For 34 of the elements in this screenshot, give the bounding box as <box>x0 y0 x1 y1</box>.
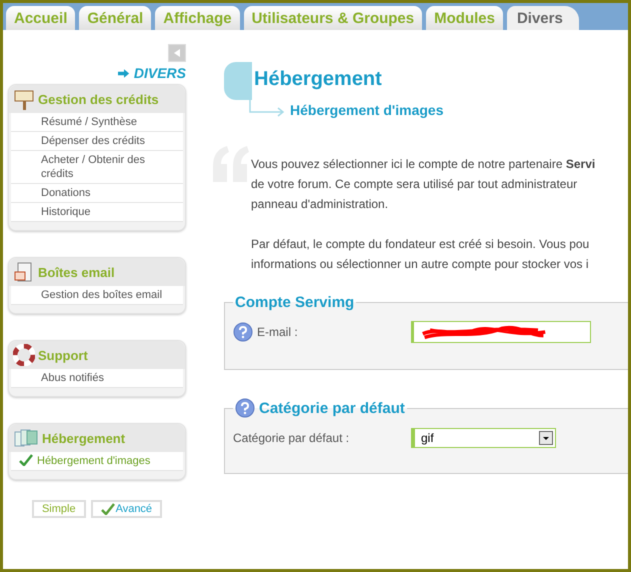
category-dropdown[interactable]: gif <box>411 428 556 448</box>
help-icon[interactable] <box>233 322 253 342</box>
panel-legend: Catégorie par défaut <box>259 400 405 416</box>
email-field[interactable] <box>411 321 591 343</box>
group-title: Boîtes email <box>38 264 115 280</box>
menu-item[interactable]: Acheter / Obtenir des crédits <box>11 151 183 184</box>
title-decoration <box>224 62 252 100</box>
menu-item[interactable]: Résumé / Synthèse <box>11 113 183 132</box>
menu-item[interactable]: Dépenser des crédits <box>11 132 183 151</box>
tab[interactable]: Divers <box>506 6 579 30</box>
group-title: Gestion des crédits <box>38 92 159 106</box>
mode-button[interactable]: Avancé <box>90 500 162 518</box>
help-icon[interactable] <box>235 398 255 418</box>
check-icon <box>19 454 33 466</box>
menu-item[interactable]: Gestion des boîtes email <box>11 286 183 305</box>
right-arrow-icon <box>118 69 130 78</box>
signpost-icon <box>13 88 35 110</box>
lifebuoy-icon <box>13 344 35 366</box>
group-title: Support <box>38 348 88 362</box>
description-paragraph: Par défaut, le compte du fondateur est créé si besoin. Vous pou informations ou sélectionner un autre compte pour stocker vos i <box>251 236 590 273</box>
description-paragraph: Vous pouvez sélectionner ici le compte de notre partenaire Servi de votre forum. Ce compte sera utilisé par tout administrateur panneau d'administration. <box>251 156 596 213</box>
menu-item[interactable]: Historique <box>11 203 183 222</box>
field-label: Catégorie par défaut : <box>233 431 350 445</box>
page-subtitle: Hébergement d'images <box>290 102 444 118</box>
page-title: Hébergement <box>253 68 382 91</box>
group-title: Hébergement <box>42 430 126 446</box>
photos-icon <box>13 427 39 449</box>
menu-item[interactable]: Abus notifiés <box>11 369 183 388</box>
panel-legend: Compte Servimg <box>235 294 354 311</box>
check-icon <box>100 503 115 515</box>
menu-item[interactable]: Hébergement d'images <box>11 452 183 471</box>
menu-item[interactable]: Donations <box>11 184 183 203</box>
field-label: E-mail : <box>257 325 298 339</box>
section-title: DIVERS <box>8 65 186 81</box>
